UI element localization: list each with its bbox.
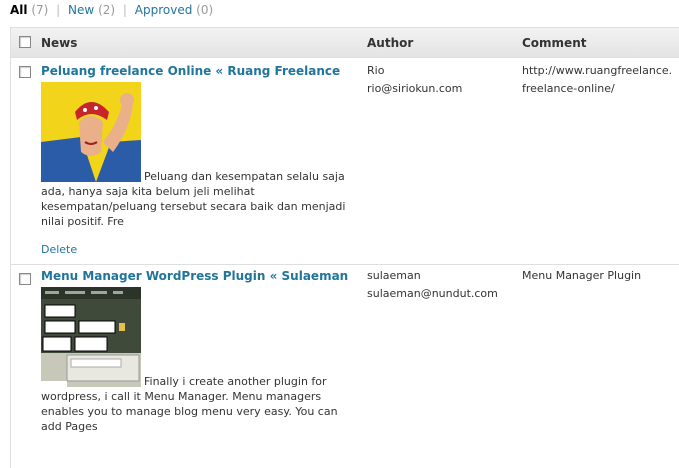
author-name: Rio [367,64,385,77]
row-excerpt: Finally i create another plugin for word… [41,375,338,433]
row-title-link[interactable]: Peluang freelance Online « Ruang Freelan… [41,64,340,78]
comment-text-line2: freelance-online/ [522,82,615,95]
filter-approved-label: Approved [134,3,193,17]
filter-all-count: (7) [31,3,49,17]
table-row: Peluang freelance Online « Ruang Freelan… [11,58,679,265]
delete-link[interactable]: Delete [41,243,77,256]
filter-new[interactable]: New [68,3,94,17]
comment-text-line1: Menu Manager Plugin [522,269,642,282]
filter-separator: | [122,3,127,17]
table-row: Menu Manager WordPress Plugin « Sulaeman [11,265,679,468]
comments-table: News Author Comment Peluang freelance On… [10,27,679,468]
row-checkbox[interactable] [19,273,31,285]
filter-approved-count: (0) [196,3,214,17]
row-checkbox[interactable] [19,66,31,78]
status-filters: All (7) | New (2) | Approved (0) [10,3,213,17]
row-thumbnail [41,82,141,182]
author-cell: Rio rio@siriokun.com [367,62,462,98]
filter-separator: | [56,3,61,17]
column-header-comment: Comment [522,36,587,50]
row-thumbnail [41,287,141,387]
row-title-link[interactable]: Menu Manager WordPress Plugin « Sulaeman [41,269,348,283]
column-header-author: Author [367,36,414,50]
comment-text-line1: http://www.ruangfreelance. [522,64,673,77]
comment-cell: http://www.ruangfreelance. freelance-onl… [522,62,672,98]
menu-manager-thumbnail [41,287,141,387]
comment-cell: Menu Manager Plugin [522,267,641,285]
filter-all[interactable]: All [10,3,28,17]
filter-approved[interactable]: Approved [135,3,193,17]
author-email: rio@siriokun.com [367,82,463,95]
filter-new-count: (2) [98,3,116,17]
row-excerpt: Peluang dan kesempatan selalu saja ada, … [41,170,346,228]
author-email: sulaeman@nundut.com [367,287,498,300]
rosie-riveter-thumbnail [41,82,141,182]
filter-new-label: New [68,3,95,17]
table-header: News Author Comment [11,28,679,58]
author-cell: sulaeman sulaeman@nundut.com [367,267,498,303]
column-header-news: News [41,36,78,50]
filter-all-label: All [10,3,28,17]
select-all-checkbox[interactable] [19,36,31,48]
author-name: sulaeman [367,269,421,282]
